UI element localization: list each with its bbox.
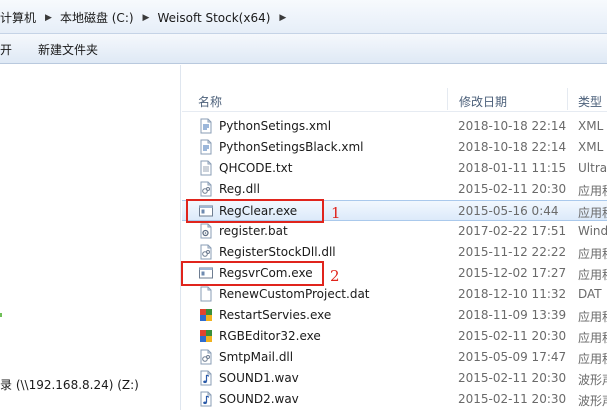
file-type: XML [578,140,604,154]
dll-file-icon [200,244,212,260]
column-header: 名称 修改日期 类型 [182,86,607,112]
file-modified: 2017-02-22 17:51 [458,224,567,238]
chevron-right-icon[interactable]: ▶ [45,13,52,23]
file-type: 应用程 [578,268,607,282]
file-name: register.bat [219,224,288,238]
file-row[interactable]: PythonSetings.xml 2018-10-18 22:14 XML [182,116,607,137]
bat-file-icon [200,223,212,239]
file-row[interactable]: SOUND2.wav 2015-02-11 20:30 波形声 [182,389,607,410]
app-colorful-icon [200,309,212,321]
file-row[interactable]: QHCODE.txt 2018-01-11 11:15 Ultra [182,158,607,179]
dll-file-icon [200,181,212,197]
file-modified: 2015-11-12 22:22 [458,245,567,259]
file-modified: 2015-12-02 17:27 [458,266,567,280]
chevron-right-icon[interactable]: ▶ [279,13,286,23]
file-type: 应用程 [578,310,607,324]
file-row[interactable]: SOUND1.wav 2015-02-11 20:30 波形声 [182,368,607,389]
file-type: XML [578,119,604,133]
column-type[interactable]: 类型 [578,93,602,110]
xml-file-icon [200,139,212,155]
file-modified: 2018-10-18 22:14 [458,140,567,154]
navigation-pane [0,65,181,410]
file-name: RegisterStockDll.dll [219,245,336,259]
file-type: 波形声 [578,373,607,387]
file-modified: 2018-01-11 11:15 [458,161,567,175]
file-row[interactable]: PythonSetingsBlack.xml 2018-10-18 22:14 XM… [182,137,607,158]
file-name: SOUND2.wav [219,392,299,406]
file-row[interactable]: RGBEditor32.exe 2015-02-11 20:30 应用程 [182,326,607,347]
file-row[interactable]: Reg.dll 2015-02-11 20:30 应用程 [182,179,607,200]
nav-indicator-icon [0,313,2,317]
breadcrumb: 计算机 ▶ 本地磁盘 (C:) ▶ Weisoft Stock(x64) ▶ [0,9,294,26]
breadcrumb-local-disk[interactable]: 本地磁盘 (C:) [60,9,134,26]
column-divider[interactable] [567,88,568,110]
file-row[interactable]: RegisterStockDll.dll 2015-11-12 22:22 应用程 [182,242,607,263]
file-name: PythonSetings.xml [219,119,332,133]
file-type: 应用程 [578,352,607,366]
file-name: SOUND1.wav [219,371,299,385]
file-modified: 2015-02-11 20:30 [458,392,567,406]
file-name: SmtpMail.dll [219,350,294,364]
xml-file-icon [200,118,212,134]
file-modified: 2015-05-16 0:44 [458,204,559,218]
file-row[interactable]: RestartServies.exe 2018-11-09 13:39 应用程 [182,305,607,326]
nav-network-drive[interactable]: 录 (\\192.168.8.24) (Z:) [0,376,139,393]
file-name: PythonSetingsBlack.xml [219,140,364,154]
column-modified[interactable]: 修改日期 [459,93,507,110]
dll-file-icon [200,349,212,365]
address-bar[interactable]: 计算机 ▶ 本地磁盘 (C:) ▶ Weisoft Stock(x64) ▶ [0,0,607,34]
file-name: RenewCustomProject.dat [219,287,370,301]
file-type: Ultra [578,161,607,175]
file-modified: 2015-02-11 20:30 [458,182,567,196]
file-name: QHCODE.txt [219,161,293,175]
file-type: 应用程 [578,331,607,345]
annotation-number-1: 1 [331,204,341,222]
annotation-box-2 [181,261,324,286]
file-modified: 2018-11-09 13:39 [458,308,567,322]
breadcrumb-weisoft-folder[interactable]: Weisoft Stock(x64) [157,11,270,25]
wav-file-icon [200,370,212,386]
app-colorful-icon [200,330,212,342]
file-row[interactable]: RenewCustomProject.dat 2018-12-10 11:32 DA… [182,284,607,305]
column-name[interactable]: 名称 [198,93,222,110]
file-name: Reg.dll [219,182,260,196]
file-row[interactable]: register.bat 2017-02-22 17:51 Wind [182,221,607,242]
file-modified: 2015-05-09 17:47 [458,350,567,364]
command-toolbar: 开 新建文件夹 [0,34,607,64]
new-folder-button[interactable]: 新建文件夹 [38,41,98,58]
file-type: 应用程 [578,184,607,198]
dat-file-icon [200,286,212,302]
file-type: Wind [578,224,607,238]
file-name: RestartServies.exe [219,308,332,322]
file-row[interactable]: SmtpMail.dll 2015-05-09 17:47 应用程 [182,347,607,368]
chevron-right-icon[interactable]: ▶ [143,13,150,23]
annotation-number-2: 2 [330,267,340,285]
file-type: 应用程 [578,247,607,261]
file-modified: 2018-12-10 11:32 [458,287,567,301]
open-button[interactable]: 开 [0,41,12,58]
file-name: RGBEditor32.exe [219,329,321,343]
breadcrumb-computer[interactable]: 计算机 [0,9,36,26]
file-type: 应用程 [578,206,607,220]
text-file-icon [200,160,212,176]
file-modified: 2015-02-11 20:30 [458,371,567,385]
file-modified: 2015-02-11 20:30 [458,329,567,343]
file-modified: 2018-10-18 22:14 [458,119,567,133]
file-type: 波形声 [578,394,607,408]
column-divider[interactable] [447,88,448,110]
wav-file-icon [200,391,212,407]
file-type: DAT [578,287,602,301]
annotation-box-1 [186,199,324,223]
